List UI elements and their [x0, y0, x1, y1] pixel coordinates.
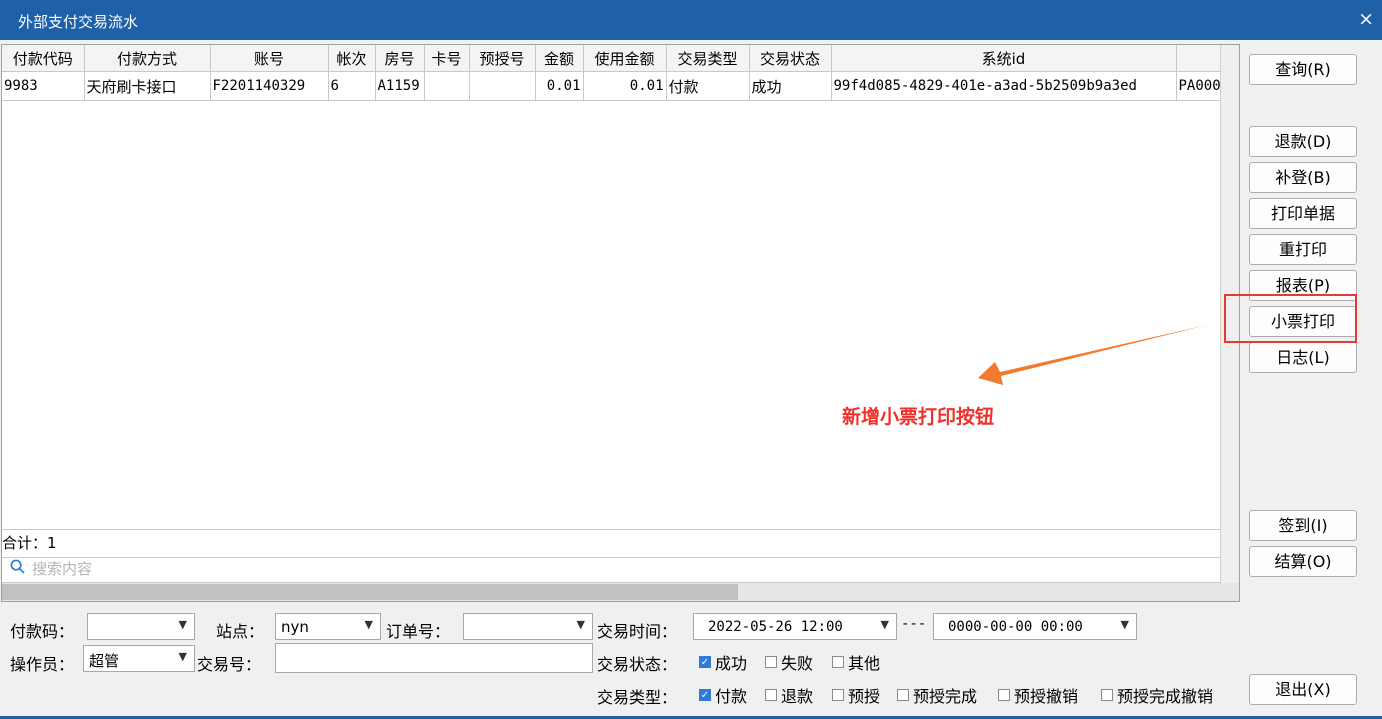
checkbox-checked-icon: ✓: [699, 689, 711, 701]
status-failed-checkbox[interactable]: 失败: [765, 650, 813, 674]
checkbox-unchecked-icon: [765, 656, 777, 668]
checkbox-unchecked-icon: [998, 689, 1010, 701]
checkbox-label: 其他: [848, 654, 881, 673]
type-preauth-complete-cancel-checkbox[interactable]: 预授完成撤销: [1101, 683, 1213, 707]
checkbox-label: 失败: [781, 654, 814, 673]
pay-code-select[interactable]: ▼: [87, 613, 195, 640]
time-separator: ---: [901, 616, 927, 632]
chevron-down-icon: ▼: [576, 618, 585, 631]
checkbox-label: 预授: [848, 687, 881, 706]
checkbox-label: 成功: [715, 654, 748, 673]
trans-no-label: 交易号：: [197, 655, 262, 674]
order-select[interactable]: ▼: [463, 613, 593, 640]
operator-select[interactable]: 超管 ▼: [83, 645, 195, 672]
status-other-checkbox[interactable]: 其他: [832, 650, 880, 674]
trans-no-input[interactable]: [275, 643, 593, 673]
chevron-down-icon: ▼: [178, 650, 187, 663]
type-payment-checkbox[interactable]: ✓ 付款: [699, 683, 747, 707]
chevron-down-icon: ▼: [1120, 618, 1129, 631]
checkbox-unchecked-icon: [765, 689, 777, 701]
type-refund-checkbox[interactable]: 退款: [765, 683, 813, 707]
checkbox-unchecked-icon: [832, 656, 844, 668]
checkbox-label: 预授撤销: [1014, 687, 1079, 706]
type-preauth-checkbox[interactable]: 预授: [832, 683, 880, 707]
checkbox-unchecked-icon: [832, 689, 844, 701]
status-success-checkbox[interactable]: ✓ 成功: [699, 650, 747, 674]
trans-type-label: 交易类型：: [597, 688, 678, 707]
trans-status-label: 交易状态：: [597, 655, 678, 674]
type-preauth-cancel-checkbox[interactable]: 预授撤销: [998, 683, 1078, 707]
chevron-down-icon: ▼: [178, 618, 187, 631]
order-label: 订单号：: [386, 622, 451, 641]
checkbox-label: 退款: [781, 687, 814, 706]
time-to-picker[interactable]: 0000-00-00 00:00 ▼: [933, 613, 1137, 640]
station-value: nyn: [281, 618, 309, 636]
station-select[interactable]: nyn ▼: [275, 613, 381, 640]
checkbox-label: 付款: [715, 687, 748, 706]
checkbox-unchecked-icon: [1101, 689, 1113, 701]
time-to-value: 0000-00-00 00:00: [948, 619, 1083, 635]
chevron-down-icon: ▼: [880, 618, 889, 631]
checkbox-unchecked-icon: [897, 689, 909, 701]
checkbox-label: 预授完成: [913, 687, 978, 706]
operator-value: 超管: [89, 652, 120, 670]
checkbox-label: 预授完成撤销: [1117, 687, 1214, 706]
annotation-text: 新增小票打印按钮: [842, 406, 995, 428]
operator-label: 操作员：: [10, 655, 75, 674]
annotation-arrow-icon: [978, 325, 1207, 385]
type-preauth-complete-checkbox[interactable]: 预授完成: [897, 683, 977, 707]
chevron-down-icon: ▼: [364, 618, 373, 631]
time-from-picker[interactable]: 2022-05-26 12:00 ▼: [693, 613, 897, 640]
trans-time-label: 交易时间：: [597, 622, 678, 641]
time-from-value: 2022-05-26 12:00: [708, 619, 843, 635]
pay-code-label: 付款码：: [10, 622, 75, 641]
station-label: 站点：: [216, 622, 265, 641]
checkbox-checked-icon: ✓: [699, 656, 711, 668]
